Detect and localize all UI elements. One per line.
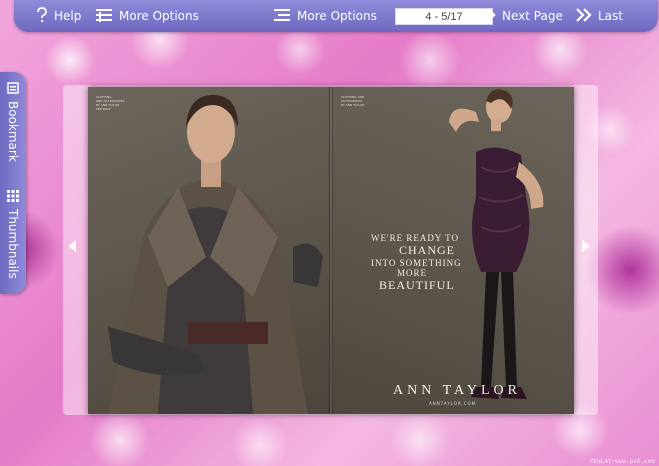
question-mark-icon <box>36 6 54 26</box>
flipbook-spread[interactable]: CLOTHING AND ACCESSORIES BY ANN TAYLOR S… <box>88 87 574 414</box>
last-label: Last <box>598 9 623 23</box>
next-page-label: Next Page <box>502 9 563 23</box>
help-button[interactable]: Help <box>36 0 81 32</box>
last-page-button[interactable]: Last <box>576 0 623 32</box>
previous-page-arrow[interactable] <box>67 240 77 256</box>
triangle-left-icon <box>67 240 77 256</box>
top-toolbar: Help More Options More Options 4 - 5/17 … <box>14 0 658 32</box>
page-indicator-input[interactable]: 4 - 5/17 <box>395 8 493 25</box>
ad-line-4: MORE <box>397 268 428 278</box>
double-chevron-right-icon <box>576 7 598 25</box>
bookmark-icon <box>7 82 19 97</box>
left-page[interactable]: CLOTHING AND ACCESSORIES BY ANN TAYLOR S… <box>88 87 331 414</box>
more-options-label-left: More Options <box>119 9 199 23</box>
thumbnails-tab[interactable]: Thumbnails <box>0 190 26 279</box>
bookmark-label: Bookmark <box>6 101 20 162</box>
triangle-right-icon <box>581 240 591 256</box>
brand-logo-text: ANN TAYLOR <box>393 383 521 398</box>
grid-icon <box>7 190 19 205</box>
ad-tagline: WE'RE READY TO CHANGE INTO SOMETHING MOR… <box>371 233 462 293</box>
more-options-button-right[interactable]: More Options <box>273 0 377 32</box>
ad-line-1: WE'RE READY TO <box>371 233 459 243</box>
bookmark-tab[interactable]: Bookmark <box>0 82 26 162</box>
more-options-button-left[interactable]: More Options <box>95 0 199 32</box>
help-label: Help <box>54 9 82 23</box>
right-page[interactable]: CLOTHING AND ACCESSORIES BY ANN TAYLOR W… <box>331 87 574 414</box>
ad-line-2: CHANGE <box>399 243 455 257</box>
site-watermark: ©ǲLAY·www.pc6.com <box>590 458 655 465</box>
ad-line-5: BEAUTIFUL <box>379 278 455 292</box>
next-page-button[interactable]: Next Page <box>486 0 563 32</box>
menu-lines-icon <box>95 7 119 26</box>
menu-lines-right-icon <box>273 7 297 26</box>
ad-line-3: INTO SOMETHING <box>371 258 462 268</box>
book-spine <box>329 87 333 414</box>
side-tab-panel: Bookmark Thumbnails <box>0 72 26 294</box>
more-options-label-right: More Options <box>297 9 377 23</box>
model-photo-left <box>108 95 323 414</box>
next-page-arrow[interactable] <box>581 240 591 256</box>
brand-url: ANNTAYLOR.COM <box>429 401 477 406</box>
thumbnails-label: Thumbnails <box>6 209 20 279</box>
chevron-right-icon <box>486 7 502 25</box>
